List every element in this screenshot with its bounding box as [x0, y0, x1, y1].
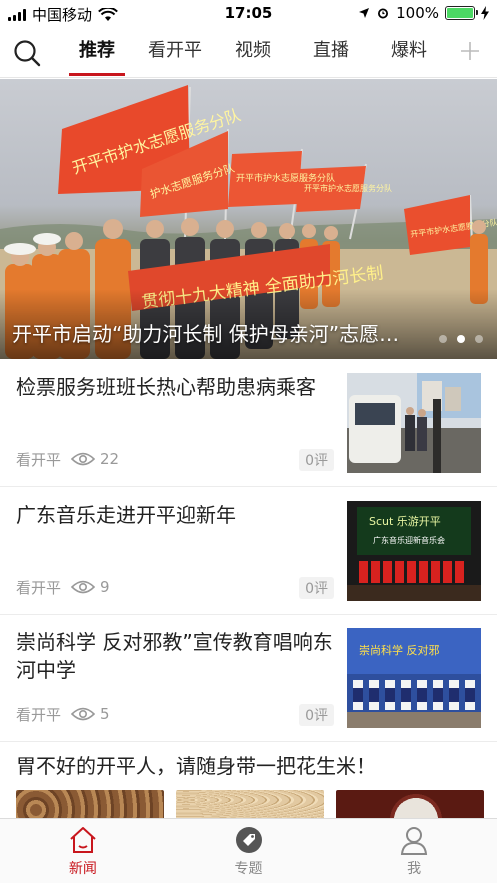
science-banner-text: 崇尚科学 反对邪	[359, 643, 440, 657]
concert-title-text: Scut 乐游开平	[369, 515, 441, 528]
view-count: 5	[71, 705, 110, 723]
comment-count: 0评	[299, 449, 334, 471]
carousel-dot[interactable]	[457, 335, 465, 343]
news-thumbnail: Scut 乐游开平 广东音乐迎新音乐会	[347, 501, 481, 601]
carousel-dot[interactable]	[475, 335, 483, 343]
eye-icon	[71, 707, 96, 721]
search-icon[interactable]	[12, 38, 42, 68]
flag-text-3: 开平市护水志愿服务分队	[236, 172, 335, 184]
tab-recommend[interactable]: 推荐	[58, 26, 136, 78]
carousel-dot[interactable]	[439, 335, 447, 343]
battery-fill	[447, 8, 473, 18]
tab-news[interactable]: 新闻	[0, 819, 166, 883]
tab-news-label: 新闻	[68, 861, 97, 877]
tag-icon	[235, 827, 262, 853]
news-meta: 看开平 5 0评	[16, 702, 334, 726]
eye-icon	[71, 452, 96, 466]
tab-me[interactable]: 我	[331, 819, 497, 883]
add-channel-icon[interactable]	[457, 38, 483, 64]
charging-icon	[481, 6, 489, 20]
battery-percent: 100%	[396, 4, 439, 22]
view-count-value: 22	[100, 450, 120, 468]
station-photo	[347, 373, 481, 473]
news-thumbnail	[336, 790, 484, 820]
news-meta: 看开平 9 0评	[16, 575, 334, 599]
news-title[interactable]: 检票服务班班长热心帮助患病乘客	[16, 373, 334, 401]
tab-live[interactable]: 直播	[292, 26, 370, 78]
comment-count: 0评	[299, 577, 334, 599]
tab-video[interactable]: 视频	[214, 26, 292, 78]
news-source: 看开平	[16, 450, 62, 469]
eye-icon	[71, 580, 96, 594]
news-source: 看开平	[16, 705, 62, 724]
concert-photo: Scut 乐游开平 广东音乐迎新音乐会	[347, 501, 481, 601]
user-icon	[401, 827, 428, 855]
banner-photo: 开平市护水志愿服务分队 护水志愿服务分队 开平市护水志愿服务分队 开平市护水志愿…	[0, 85, 497, 359]
news-item[interactable]: 检票服务班班长热心帮助患病乘客 看开平 22 0评	[0, 359, 497, 487]
news-thumbnail	[347, 373, 481, 473]
flag-text-4: 开平市护水志愿服务分队	[304, 183, 392, 193]
news-title[interactable]: 胃不好的开平人，请随身带一把花生米！	[16, 750, 376, 779]
location-icon	[359, 8, 370, 18]
alarm-icon	[378, 8, 389, 19]
battery-icon	[445, 6, 478, 20]
tab-topics[interactable]: 专题	[166, 819, 332, 883]
news-item[interactable]: 广东音乐走进开平迎新年 看开平 9 0评 Scut 乐游开平 广东音乐迎新音乐会	[0, 487, 497, 615]
concert-subtitle-text: 广东音乐迎新音乐会	[373, 535, 445, 545]
tab-tipoff[interactable]: 爆料	[370, 26, 448, 78]
news-item[interactable]: 胃不好的开平人，请随身带一把花生米！	[0, 742, 497, 820]
channel-tabs: 推荐 看开平 视频 直播 爆料	[58, 26, 448, 78]
news-thumbnails	[16, 790, 484, 820]
view-count: 9	[71, 578, 110, 596]
carousel-dots	[439, 335, 483, 343]
tab-topics-label: 专题	[234, 861, 263, 877]
news-item[interactable]: 崇尚科学 反对邪教”宣传教育唱响东河中学 看开平 5 0评 崇尚科学 反对邪	[0, 614, 497, 742]
tab-kaiping[interactable]: 看开平	[136, 26, 214, 78]
news-title[interactable]: 崇尚科学 反对邪教”宣传教育唱响东河中学	[16, 628, 334, 684]
news-thumbnail	[16, 790, 164, 820]
view-count-value: 9	[100, 578, 110, 596]
news-thumbnail: 崇尚科学 反对邪	[347, 628, 481, 728]
banner-title[interactable]: 开平市启动“助力河长制 保护母亲河”志愿服务活动	[12, 318, 417, 347]
home-icon	[70, 827, 96, 853]
top-nav: 推荐 看开平 视频 直播 爆料	[0, 26, 497, 78]
bottom-tab-bar: 新闻 专题 我	[0, 818, 497, 883]
school-event-photo: 崇尚科学 反对邪	[347, 628, 481, 728]
comment-count: 0评	[299, 704, 334, 726]
news-thumbnail	[176, 790, 324, 820]
view-count-value: 5	[100, 705, 110, 723]
news-title[interactable]: 广东音乐走进开平迎新年	[16, 501, 334, 529]
news-meta: 看开平 22 0评	[16, 447, 334, 471]
view-count: 22	[71, 450, 119, 468]
status-bar: 中国移动 17:05 100%	[0, 0, 497, 26]
news-source: 看开平	[16, 578, 62, 597]
tab-me-label: 我	[407, 861, 422, 877]
banner-carousel[interactable]: 开平市护水志愿服务分队 护水志愿服务分队 开平市护水志愿服务分队 开平市护水志愿…	[0, 79, 497, 359]
